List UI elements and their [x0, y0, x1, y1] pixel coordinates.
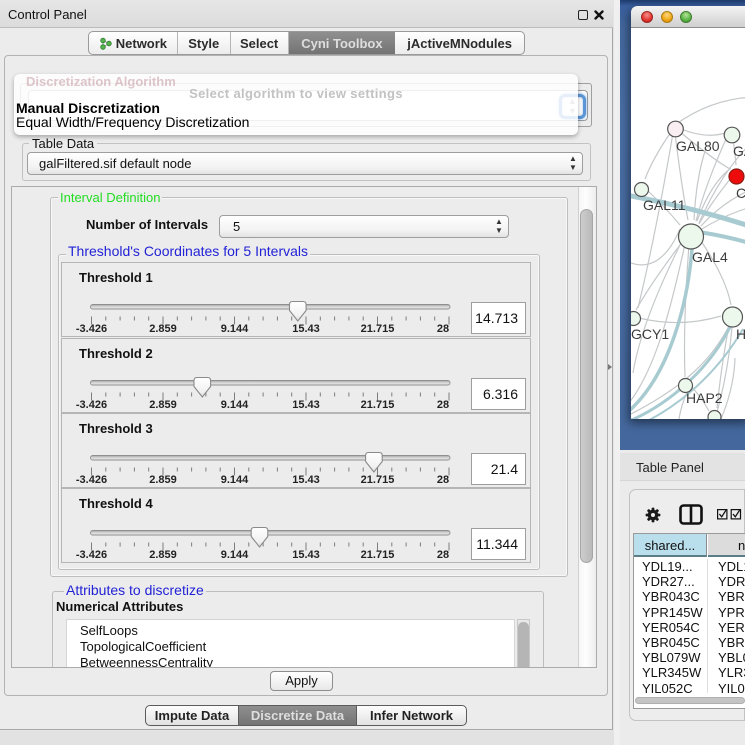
- svg-text:GAL11: GAL11: [643, 197, 686, 213]
- svg-text:GAL4: GAL4: [692, 249, 728, 265]
- svg-text:GCY1: GCY1: [631, 326, 669, 342]
- svg-text:HAP2: HAP2: [686, 390, 723, 406]
- svg-text:C: C: [736, 185, 745, 201]
- svg-text:GA: GA: [733, 143, 745, 159]
- svg-text:GAL80: GAL80: [676, 138, 720, 154]
- svg-text:H: H: [736, 326, 745, 342]
